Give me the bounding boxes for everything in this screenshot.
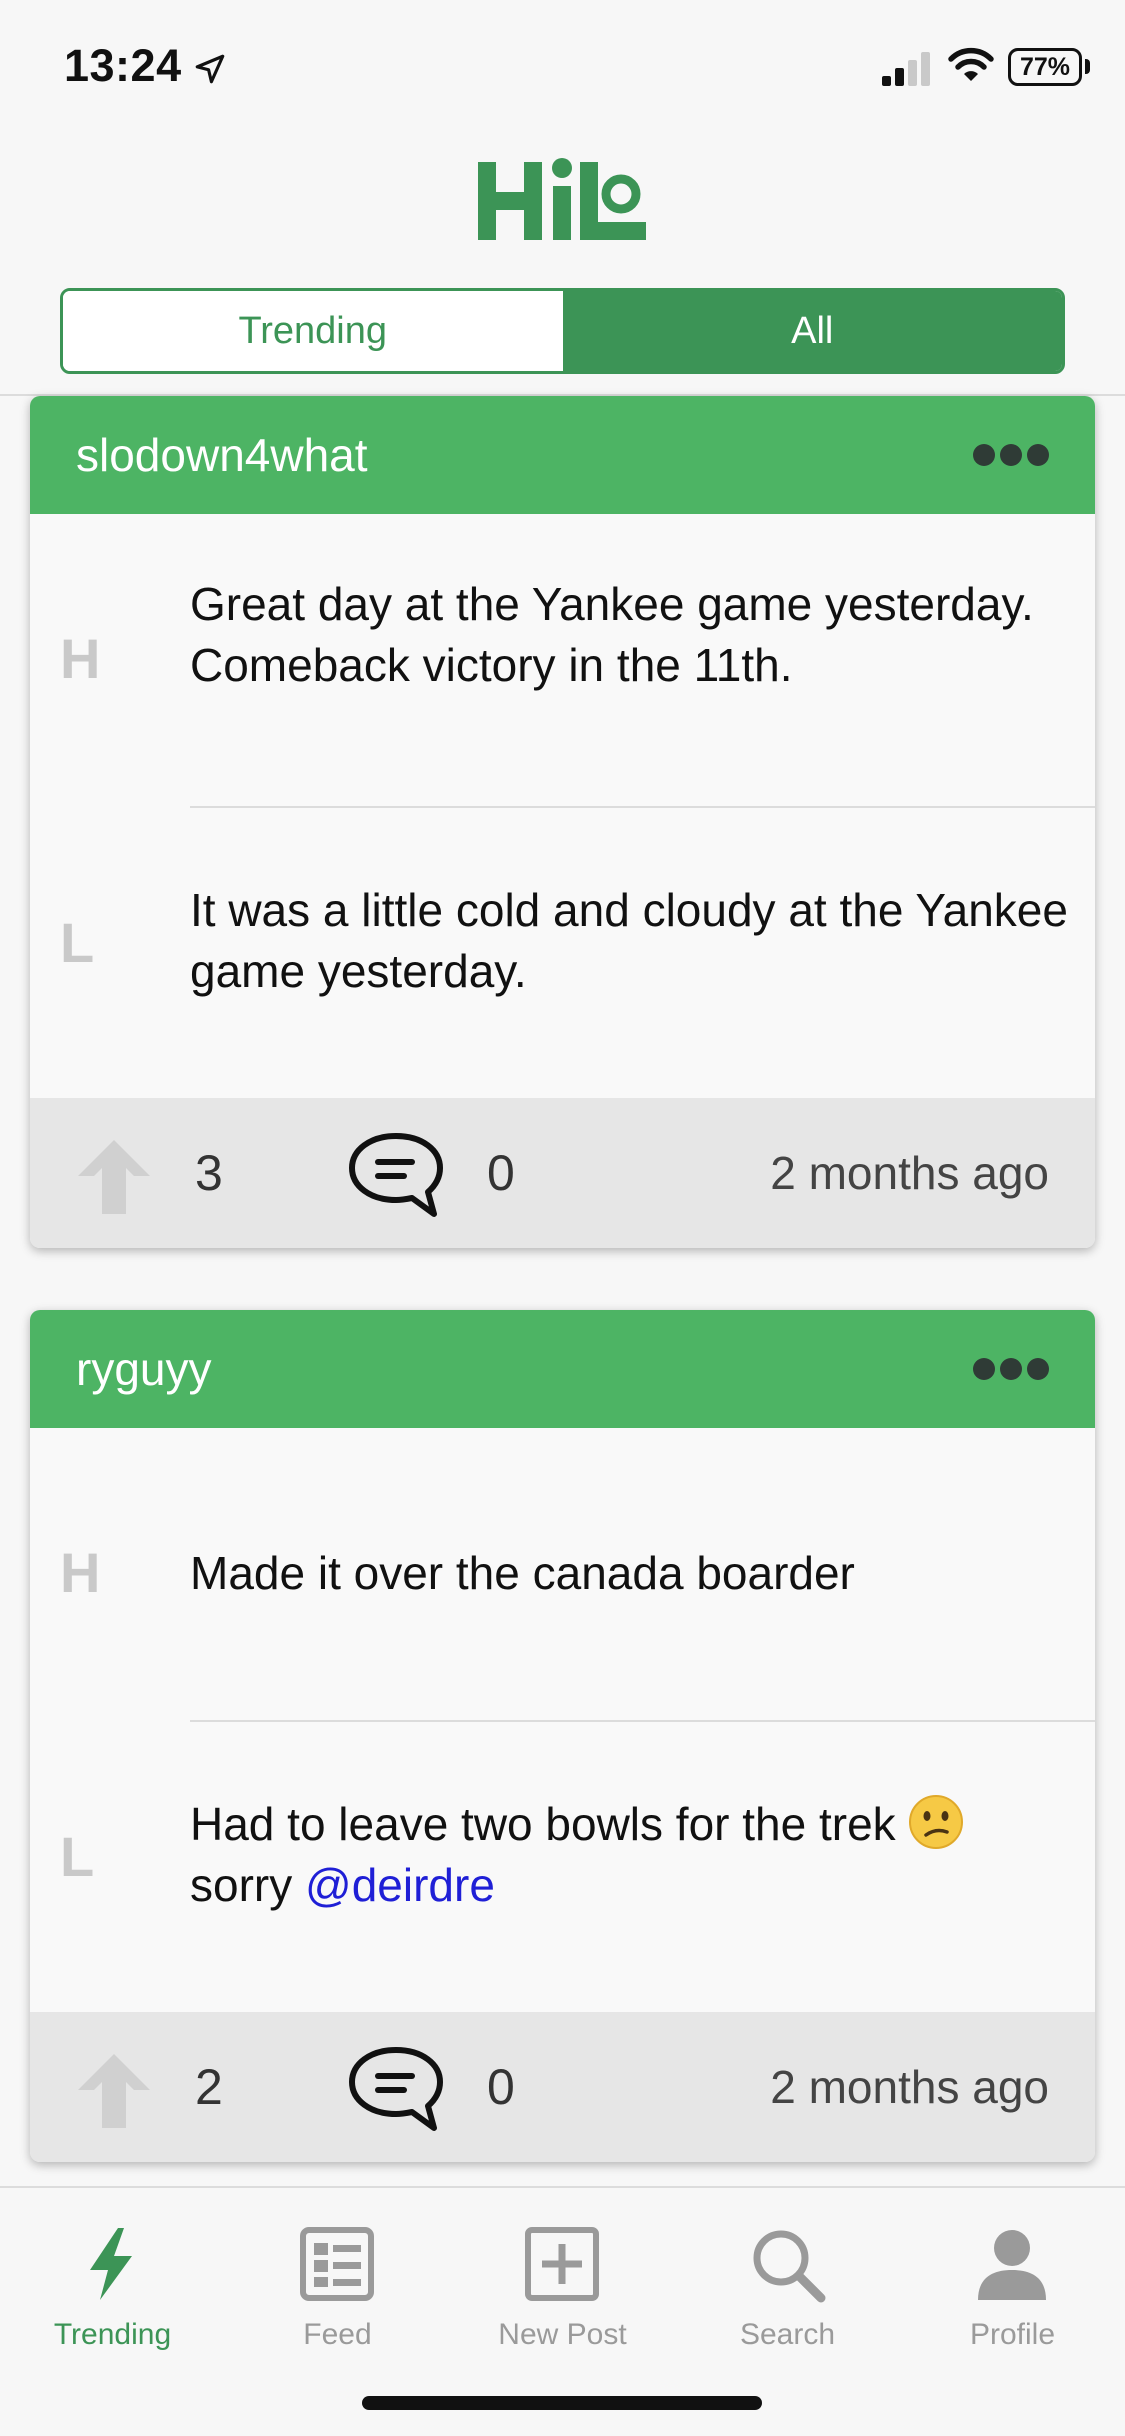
post-username[interactable]: ryguyy [76,1310,211,1428]
segment-all[interactable]: All [562,291,1062,371]
person-icon [978,2230,1046,2300]
post-username[interactable]: slodown4what [76,396,368,514]
tab-search[interactable]: Search [675,2206,900,2366]
low-text: Had to leave two bowls for the trek sorr… [190,1794,1070,1916]
upvote-count: 3 [195,1145,223,1201]
user-mention-link[interactable]: @deirdre [305,1859,495,1911]
high-text: Made it over the canada boarder [190,1547,855,1599]
post-footer: 3 0 2 months ago [30,1098,1095,1248]
hilo-logo [478,158,646,240]
post-header: slodown4what [30,396,1095,514]
low-label: L [60,1825,95,1888]
comment-bubble-icon[interactable] [346,2044,446,2134]
confused-face-icon [908,1795,963,1849]
feed-segmented-control: Trending All [60,288,1065,374]
tab-label: Profile [969,2318,1056,2351]
low-text-suffix: sorry [190,1859,293,1911]
comment-count: 0 [487,2059,515,2115]
comment-count: 0 [487,1145,515,1201]
lightning-icon [90,2228,132,2300]
battery-tip [1085,59,1090,74]
high-row: H Great day at the Yankee game yesterday… [30,514,1095,834]
upvote-arrow-icon[interactable] [74,2050,154,2130]
post-card[interactable]: slodown4what H Great day at the Yankee g… [30,396,1095,1248]
tab-label: New Post [498,2318,627,2351]
comment-bubble-icon[interactable] [346,1130,446,1220]
tab-feed[interactable]: Feed [225,2206,450,2366]
low-text-prefix: Had to leave two bowls for the trek [190,1798,896,1850]
upvote-arrow-icon[interactable] [74,1136,154,1216]
post-time: 2 months ago [770,1147,1049,1199]
low-row: L It was a little cold and cloudy at the… [30,808,1095,1098]
low-label: L [60,911,95,974]
high-text: Great day at the Yankee game yesterday. … [190,578,1034,691]
high-row: H Made it over the canada boarder [30,1428,1095,1718]
post-time: 2 months ago [770,2061,1049,2113]
more-options-icon[interactable] [971,1354,1051,1384]
battery-percent: 77% [1019,53,1071,81]
feed-icon [300,2227,374,2301]
post-header: ryguyy [30,1310,1095,1428]
low-row: L Had to leave two bowls for the trek so… [30,1722,1095,2012]
status-bar: 13:24 77% [0,0,1125,135]
tab-label: Feed [303,2318,372,2351]
wifi-icon [948,47,994,81]
home-indicator[interactable] [362,2396,762,2410]
low-text: It was a little cold and cloudy at the Y… [190,884,1068,997]
tab-label: Search [739,2318,836,2351]
segment-trending[interactable]: Trending [63,291,563,371]
tab-label: Trending [53,2318,172,2351]
search-icon [753,2230,826,2303]
tab-profile[interactable]: Profile [900,2206,1125,2366]
signal-icon [882,52,930,86]
high-label: H [60,1541,101,1604]
post-card[interactable]: ryguyy H Made it over the canada boarder… [30,1310,1095,2162]
battery-indicator: 77% [1008,48,1082,86]
high-label: H [60,627,101,690]
tab-trending[interactable]: Trending [0,2206,225,2366]
more-options-icon[interactable] [971,440,1051,470]
tab-new-post[interactable]: New Post [450,2206,675,2366]
plus-square-icon [525,2227,599,2301]
status-time: 13:24 [64,40,182,91]
post-footer: 2 0 2 months ago [30,2012,1095,2162]
location-arrow-icon [195,54,225,84]
upvote-count: 2 [195,2059,223,2115]
